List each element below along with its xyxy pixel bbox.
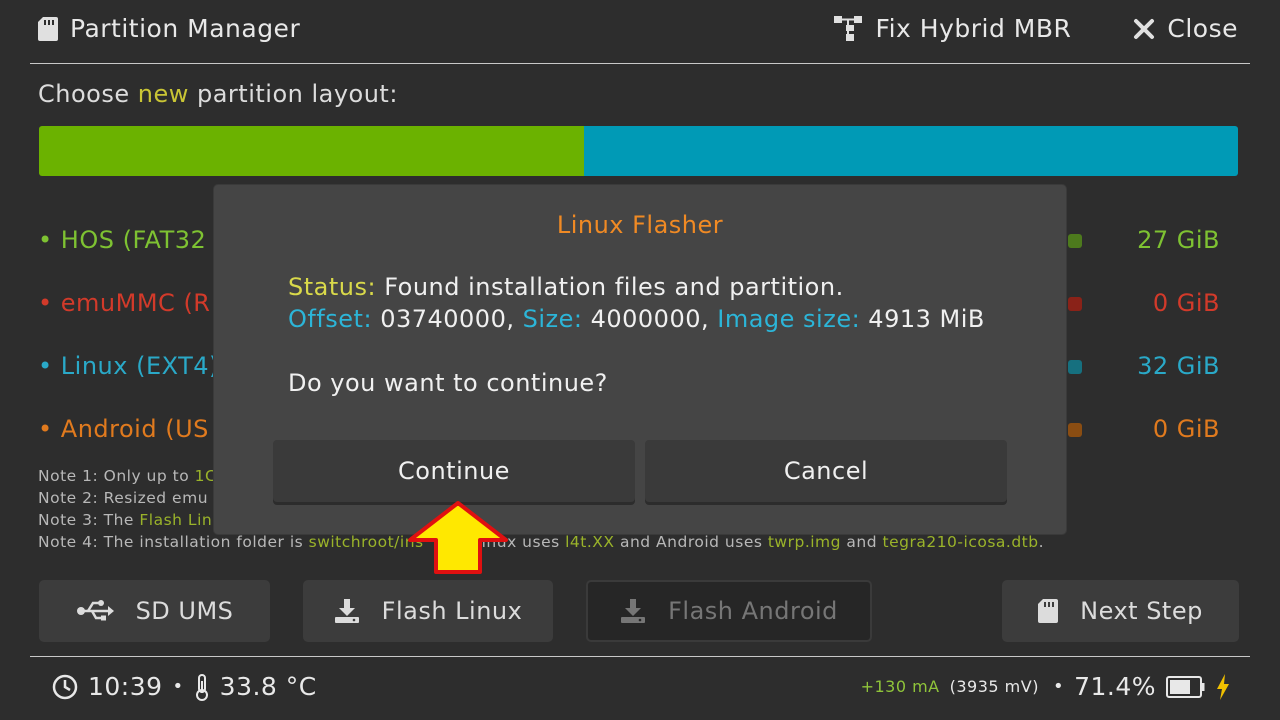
note-text: Note 1: Only up to <box>38 467 195 485</box>
header-divider <box>30 63 1250 64</box>
partition-size: 32 GiB <box>1137 352 1220 380</box>
status-label: Status: <box>288 273 377 301</box>
partition-bar <box>39 126 1238 176</box>
partition-name: • Linux (EXT4) <box>38 352 219 380</box>
partition-size: 0 GiB <box>1152 289 1220 317</box>
status-bar-left: 10:39 • 33.8 °C <box>52 672 317 701</box>
next-step-label: Next Step <box>1080 597 1203 625</box>
sd-card-icon <box>38 16 58 41</box>
offset-value: 03740000, <box>372 305 523 333</box>
battery-icon <box>1166 675 1206 698</box>
charging-bolt-icon <box>1216 673 1230 700</box>
note-highlight: l4t.XX <box>565 533 615 551</box>
size-label: Size: <box>522 305 583 333</box>
partition-color-swatch <box>1068 423 1082 437</box>
note-text: Note 2: Resized emu <box>38 489 209 507</box>
header: Partition Manager Fix Hybrid MBR Close <box>0 0 1280 64</box>
linux-flasher-dialog: Linux Flasher Status: Found installation… <box>214 185 1066 534</box>
partition-bar-segment-linux <box>584 126 1238 176</box>
separator-dot: • <box>172 676 184 697</box>
offset-label: Offset: <box>288 305 373 333</box>
partition-name: • emuMMC (R <box>38 289 211 317</box>
app-title: Partition Manager <box>38 14 300 43</box>
note-4: Note 4: The installation folder is switc… <box>38 531 1044 553</box>
battery-voltage: (3935 mV) <box>949 677 1039 696</box>
fix-hybrid-mbr-button[interactable]: Fix Hybrid MBR <box>833 14 1072 43</box>
sd-ums-label: SD UMS <box>135 597 234 625</box>
flash-android-label: Flash Android <box>668 597 838 625</box>
download-icon <box>620 598 646 624</box>
cancel-button[interactable]: Cancel <box>645 440 1007 502</box>
size-value: 4000000, <box>582 305 718 333</box>
status-bar-right: +130 mA (3935 mV) • 71.4% <box>861 672 1230 701</box>
partition-name: • HOS (FAT32 <box>38 226 207 254</box>
battery-percent: 71.4% <box>1074 672 1156 701</box>
next-step-button[interactable]: Next Step <box>1002 580 1239 642</box>
note-text: Note 4: The installation folder is <box>38 533 309 551</box>
close-icon <box>1133 18 1155 40</box>
footer-divider <box>30 656 1250 657</box>
download-icon <box>334 598 360 624</box>
sd-ums-button[interactable]: SD UMS <box>39 580 270 642</box>
note-highlight: twrp.img <box>767 533 841 551</box>
note-highlight: Flash Lin <box>139 511 213 529</box>
note-text: Note 3: The <box>38 511 140 529</box>
separator-dot: • <box>1052 676 1065 697</box>
note-highlight: tegra210-icosa.dtb <box>882 533 1039 551</box>
partition-tree-icon <box>833 15 864 42</box>
temperature: 33.8 °C <box>219 672 317 701</box>
close-label: Close <box>1167 14 1238 43</box>
dialog-question: Do you want to continue? <box>288 369 608 397</box>
pointer-arrow-icon <box>406 500 510 580</box>
note-text: . <box>1038 533 1045 551</box>
continue-button[interactable]: Continue <box>273 440 635 502</box>
partition-bar-segment-hos <box>39 126 585 176</box>
partition-color-swatch <box>1068 234 1082 248</box>
flash-linux-button[interactable]: Flash Linux <box>303 580 553 642</box>
choose-layout-label: Choose new partition layout: <box>38 80 398 108</box>
usb-icon <box>76 599 114 623</box>
flash-linux-label: Flash Linux <box>381 597 523 625</box>
offset-line: Offset: 03740000, Size: 4000000, Image s… <box>288 303 985 335</box>
note-text: and <box>841 533 883 551</box>
partition-size: 0 GiB <box>1152 415 1220 443</box>
partition-color-swatch <box>1068 297 1082 311</box>
partition-name: • Android (US <box>38 415 209 443</box>
choose-prefix: Choose <box>38 80 138 108</box>
status-line: Status: Found installation files and par… <box>288 271 985 303</box>
image-size-label: Image size: <box>717 305 861 333</box>
thermometer-icon <box>194 673 210 701</box>
note-text: and Android uses <box>614 533 768 551</box>
status-value: Found installation files and partition. <box>376 273 844 301</box>
dialog-status-info: Status: Found installation files and par… <box>288 271 985 335</box>
image-size-value: 4913 MiB <box>860 305 985 333</box>
fix-hybrid-mbr-label: Fix Hybrid MBR <box>875 14 1072 43</box>
sd-card-icon <box>1038 599 1059 623</box>
choose-suffix: partition layout: <box>188 80 398 108</box>
flash-android-button[interactable]: Flash Android <box>586 580 872 642</box>
close-button[interactable]: Close <box>1133 14 1238 43</box>
partition-color-swatch <box>1068 360 1082 374</box>
clock-time: 10:39 <box>88 672 163 701</box>
app-title-text: Partition Manager <box>70 14 301 43</box>
clock-icon <box>52 674 78 700</box>
dialog-title: Linux Flasher <box>556 211 724 239</box>
battery-current: +130 mA <box>860 677 940 696</box>
choose-accent: new <box>137 80 189 108</box>
partition-size: 27 GiB <box>1137 226 1220 254</box>
